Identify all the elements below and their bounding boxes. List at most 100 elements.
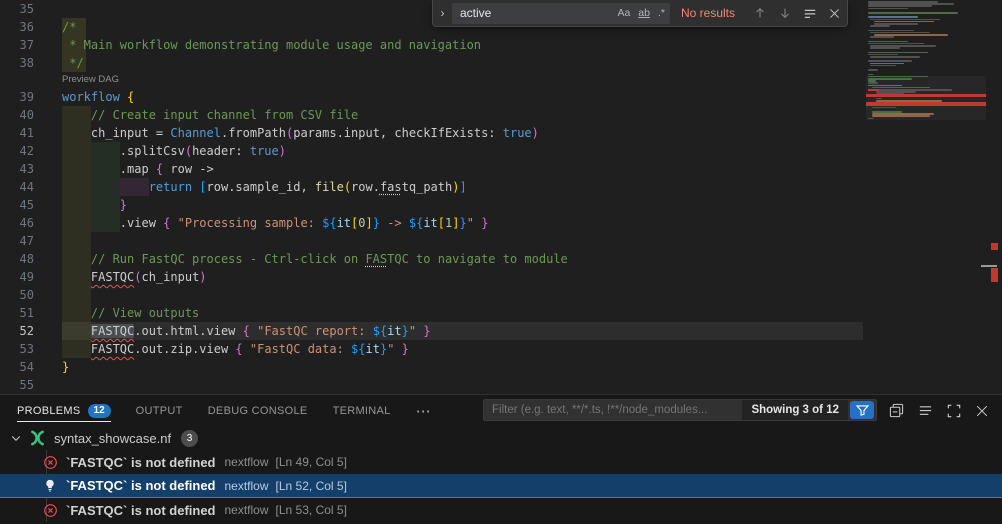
code-token: "FastQC report: [257, 324, 373, 338]
find-in-selection-icon[interactable] [803, 6, 817, 20]
line-number: 46 [0, 214, 34, 232]
problems-filter-input[interactable] [484, 404, 742, 416]
minimap-line [870, 56, 920, 58]
line-number: 49 [0, 268, 34, 286]
find-input[interactable] [458, 5, 609, 21]
find-input-box[interactable]: Aa ab .* [452, 3, 670, 24]
code-line-37: 37 * Main workflow demonstrating module … [0, 36, 866, 54]
code-token: { [127, 90, 134, 104]
code-token: } [402, 324, 409, 338]
collapse-all-icon[interactable] [889, 403, 904, 418]
problem-row[interactable]: `FASTQC` is not definednextflow[Ln 49, C… [0, 450, 1002, 474]
toggle-replace-icon[interactable]: › [435, 6, 450, 20]
problems-filter-box[interactable]: Showing 3 of 12 [483, 399, 877, 421]
close-panel-icon[interactable] [975, 404, 989, 418]
code-line-52: 52 FASTQC.out.html.view { "FastQC report… [0, 322, 866, 340]
code-token: // Run FastQC process - Ctrl-click on [91, 252, 366, 266]
minimap-error-mark [868, 89, 879, 91]
code-token [62, 324, 91, 338]
problems-file-name: syntax_showcase.nf [54, 431, 171, 446]
minimap-line [870, 63, 904, 65]
code-token: } [481, 216, 488, 230]
code-token: FASTQC [91, 342, 134, 356]
filter-funnel-icon[interactable] [850, 401, 874, 419]
code-token [394, 342, 401, 356]
code-token: fastq_path [380, 180, 452, 194]
code-token: it [337, 216, 351, 230]
close-find-icon[interactable] [828, 7, 841, 20]
lightbulb-icon [42, 478, 58, 493]
minimap-line [870, 19, 940, 21]
find-results-count: No results [681, 6, 735, 20]
code-token: true [250, 144, 279, 158]
panel-header: PROBLEMS12 OUTPUT DEBUG CONSOLE TERMINAL ⋯ S… [0, 395, 1002, 426]
code-lens-preview-dag[interactable]: Preview DAG [62, 72, 866, 88]
find-widget: › Aa ab .* No results [432, 0, 848, 27]
problem-row[interactable]: `FASTQC` is not definednextflow[Ln 53, C… [0, 498, 1002, 522]
code-token: -> [380, 216, 409, 230]
tab-debug-console[interactable]: DEBUG CONSOLE [208, 395, 308, 426]
code-token: " [409, 324, 416, 338]
code-token: } [62, 360, 69, 374]
previous-match-icon[interactable] [753, 6, 767, 20]
minimap-line [868, 30, 914, 32]
code-token: true [503, 126, 532, 140]
line-number: 40 [0, 106, 34, 124]
ruler-error-mark [991, 243, 998, 250]
code-token: .splitCsv [120, 144, 185, 158]
more-actions-icon[interactable]: ⋯ [416, 395, 432, 426]
code-line-39: 39workflow { [0, 88, 866, 106]
code-token: 0 [358, 216, 365, 230]
tab-problems[interactable]: PROBLEMS12 [17, 395, 111, 426]
maximize-panel-icon[interactable] [947, 404, 961, 418]
overview-ruler[interactable] [986, 0, 1002, 394]
problem-message: `FASTQC` is not defined [66, 478, 216, 493]
whole-word-icon[interactable]: ab [638, 7, 650, 19]
code-line-47: 47 [0, 232, 866, 250]
line-number: 39 [0, 88, 34, 106]
match-case-icon[interactable]: Aa [617, 7, 630, 19]
problem-location: [Ln 53, Col 5] [276, 503, 347, 517]
line-number: 43 [0, 160, 34, 178]
code-token: params.input, checkIfExists: [293, 126, 503, 140]
code-line-42: 42 .splitCsv(header: true) [0, 142, 866, 160]
minimap-line [870, 25, 890, 27]
problems-tree: syntax_showcase.nf 3 `FASTQC` is not def… [0, 426, 1002, 524]
code-editor[interactable]: 3536 /* 37 * Main workflow demonstrating m… [0, 0, 1002, 394]
code-line-54: 54} [0, 358, 866, 376]
code-token [62, 216, 120, 230]
code-token: [ [438, 216, 445, 230]
line-number: 45 [0, 196, 34, 214]
code-token: "Processing sample: [178, 216, 323, 230]
code-token [170, 216, 177, 230]
code-token [62, 108, 91, 122]
problems-count-badge: 12 [88, 404, 111, 418]
line-number: 36 [0, 18, 34, 36]
problem-location: [Ln 49, Col 5] [276, 455, 347, 469]
code-line-41: 41 ch_input = Channel.fromPath(params.in… [0, 124, 866, 142]
line-number: 53 [0, 340, 34, 358]
code-token: */ [62, 56, 84, 70]
code-line-53: 53 FASTQC.out.zip.view { "FastQC data: $… [0, 340, 866, 358]
minimap[interactable] [866, 0, 986, 394]
code-token [62, 126, 91, 140]
minimap-line [870, 65, 896, 67]
chevron-down-icon[interactable] [10, 432, 22, 444]
tab-terminal[interactable]: TERMINAL [333, 395, 391, 426]
code-token [243, 342, 250, 356]
view-as-list-icon[interactable] [918, 403, 933, 418]
code-token: * Main workflow demonstrating module usa… [62, 38, 481, 52]
code-area[interactable]: 3536 /* 37 * Main workflow demonstrating m… [0, 0, 866, 394]
problems-file-row[interactable]: syntax_showcase.nf 3 [0, 426, 1002, 450]
next-match-icon[interactable] [778, 6, 792, 20]
code-token [62, 342, 91, 356]
code-token: [ [199, 180, 206, 194]
ruler-error-mark [991, 268, 998, 282]
regex-icon[interactable]: .* [658, 7, 665, 19]
problem-message: `FASTQC` is not defined [66, 455, 216, 470]
tab-output[interactable]: OUTPUT [136, 395, 183, 426]
problem-row[interactable]: `FASTQC` is not definednextflow[Ln 52, C… [0, 474, 1002, 498]
code-token: .out.zip.view [134, 342, 235, 356]
code-token: /* [62, 20, 76, 34]
line-number: 35 [0, 0, 34, 18]
